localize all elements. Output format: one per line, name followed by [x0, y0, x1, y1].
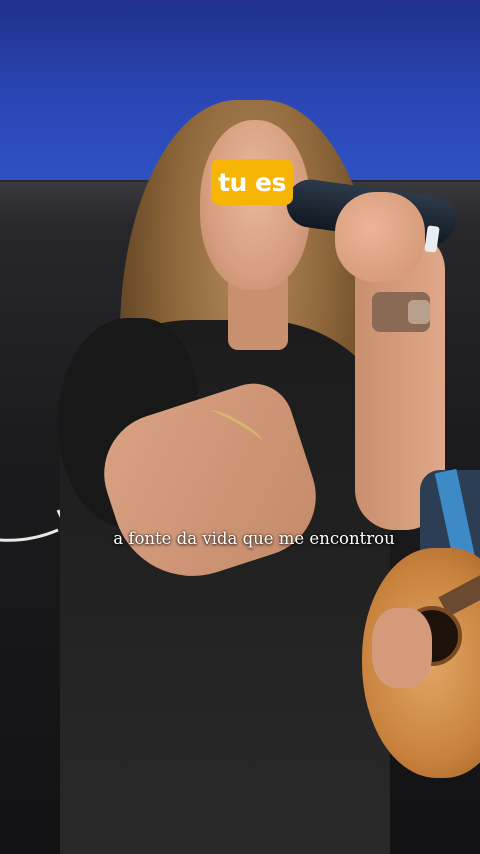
lyric-caption: a fonte da vida que me encontrou — [113, 529, 395, 548]
watch-face — [408, 300, 430, 324]
guitarist-hand — [372, 608, 432, 688]
video-frame: tu es a fonte da vida que me encontrou — [0, 0, 480, 854]
singer-hand-holding-mic — [335, 192, 425, 282]
current-word-badge: tu es — [211, 159, 293, 205]
